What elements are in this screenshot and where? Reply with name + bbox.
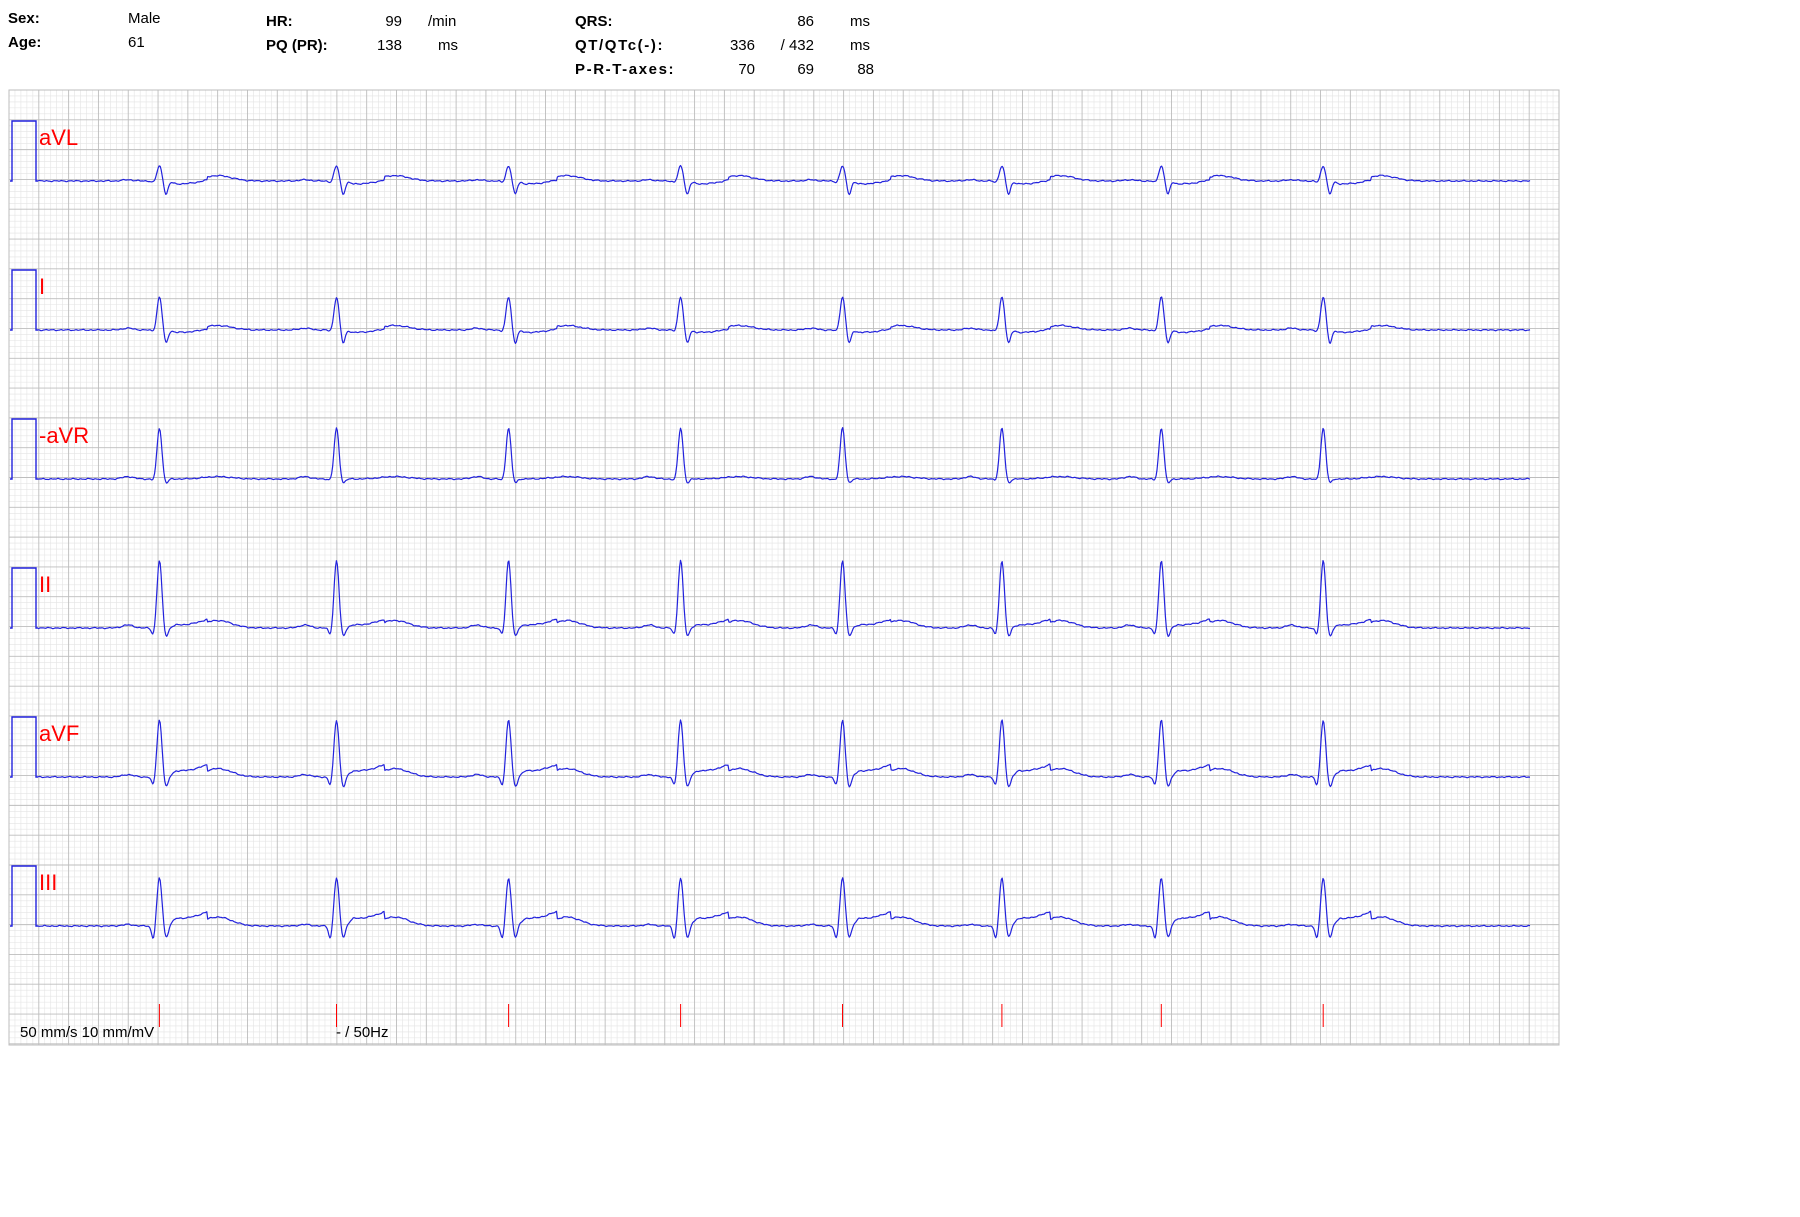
calibration-pulse (10, 418, 38, 480)
speed-gain-text: 50 mm/s 10 mm/mV (20, 1024, 154, 1041)
calibration-pulse (10, 716, 38, 778)
lead-label: I (39, 274, 45, 299)
lead-avr-group: -aVR (10, 418, 1531, 484)
lead-label: -aVR (39, 423, 89, 448)
filter-text: - / 50Hz (336, 1024, 389, 1041)
calibration-pulse (10, 865, 38, 927)
lead-label: aVF (39, 721, 79, 746)
ecg-chart: aVL I -aVR II aVF III 50 mm/s 10 mm/mV - / 50… (8, 89, 1560, 1046)
calibration-pulse (10, 120, 38, 182)
lead-label: III (39, 870, 57, 895)
calibration-pulse (10, 269, 38, 331)
lead-label: II (39, 572, 51, 597)
lead-label: aVL (39, 125, 78, 150)
calibration-pulse (10, 567, 38, 629)
lead-ii-group: II (10, 559, 1531, 637)
beat-markers (158, 1004, 1324, 1027)
ecg-traces: aVL I -aVR II aVF III (10, 120, 1531, 939)
